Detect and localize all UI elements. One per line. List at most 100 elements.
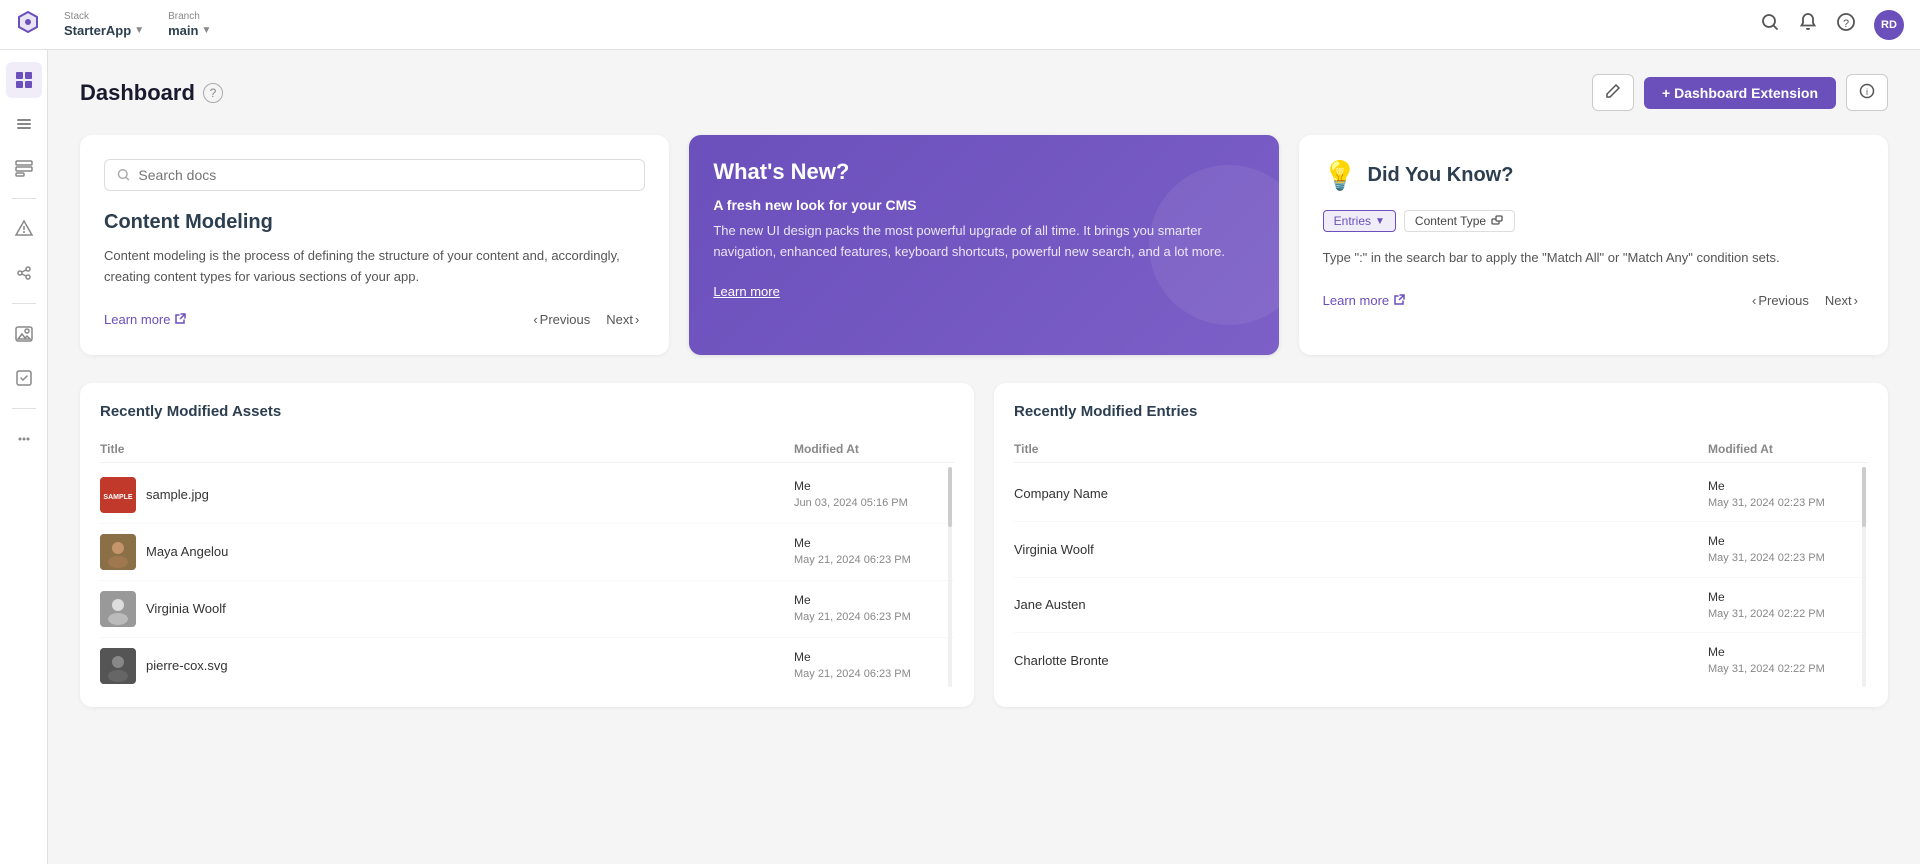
entries-table-header: Title Modified At xyxy=(1014,436,1868,463)
tag-icon xyxy=(1490,214,1504,228)
asset-thumbnail xyxy=(100,591,136,627)
content-type-tag[interactable]: Content Type xyxy=(1404,210,1515,232)
modified-cell: Me May 21, 2024 06:23 PM xyxy=(794,591,954,626)
sidebar-item-assets[interactable] xyxy=(6,316,42,352)
modified-cell: Me May 31, 2024 02:22 PM xyxy=(1708,588,1868,623)
table-row: Maya Angelou Me May 21, 2024 06:23 PM xyxy=(100,524,954,581)
modified-cell: Me May 21, 2024 06:23 PM xyxy=(794,534,954,569)
bell-icon[interactable] xyxy=(1798,12,1818,37)
scrollbar-track xyxy=(948,467,952,687)
entry-name: Virginia Woolf xyxy=(1014,542,1094,557)
sidebar-item-more[interactable] xyxy=(6,421,42,457)
asset-thumbnail: SAMPLE xyxy=(100,477,136,513)
assets-table-body: SAMPLE sample.jpg Me Jun 03, 2024 05:16 … xyxy=(100,467,954,687)
content-modeling-prev-button[interactable]: ‹ Previous xyxy=(527,308,596,331)
did-you-know-card: 💡 Did You Know? Entries ▼ Content Type T… xyxy=(1299,135,1888,355)
whats-new-title: What's New? xyxy=(713,159,1254,185)
scrollbar-thumb-entries[interactable] xyxy=(1862,467,1866,527)
stack-value: StarterApp xyxy=(64,23,131,39)
sidebar-item-releases[interactable] xyxy=(6,211,42,247)
entry-name: Jane Austen xyxy=(1014,597,1086,612)
scrollbar-thumb[interactable] xyxy=(948,467,952,527)
info-button[interactable]: i xyxy=(1846,74,1888,111)
modified-cell: Me May 31, 2024 02:22 PM xyxy=(1708,643,1868,678)
did-you-know-learn-more[interactable]: Learn more xyxy=(1323,293,1405,308)
entries-col-title: Title xyxy=(1014,442,1708,456)
branch-selector[interactable]: Branch main ▼ xyxy=(168,11,211,39)
entry-cell: Company Name xyxy=(1014,486,1708,501)
stack-label: Stack xyxy=(64,11,144,23)
assets-table-header: Title Modified At xyxy=(100,436,954,463)
dashboard-extension-button[interactable]: + Dashboard Extension xyxy=(1644,77,1836,109)
did-you-know-footer: Learn more ‹ Previous Next › xyxy=(1323,289,1864,312)
page-header-actions: + Dashboard Extension i xyxy=(1592,74,1888,111)
asset-thumbnail xyxy=(100,534,136,570)
assets-col-title: Title xyxy=(100,442,794,456)
modified-cell: Me Jun 03, 2024 05:16 PM xyxy=(794,477,954,512)
modified-cell: Me May 31, 2024 02:23 PM xyxy=(1708,477,1868,512)
asset-cell: Virginia Woolf xyxy=(100,591,794,627)
sidebar-divider-3 xyxy=(12,408,36,409)
sidebar-item-workflows[interactable] xyxy=(6,255,42,291)
content-modeling-desc: Content modeling is the process of defin… xyxy=(104,246,645,288)
entries-col-modified: Modified At xyxy=(1708,442,1868,456)
sidebar-item-dashboard[interactable] xyxy=(6,62,42,98)
svg-text:SAMPLE: SAMPLE xyxy=(103,494,133,501)
did-you-know-title: Did You Know? xyxy=(1368,164,1514,187)
svg-text:i: i xyxy=(1866,87,1868,97)
did-you-know-desc: Type ":" in the search bar to apply the … xyxy=(1323,248,1864,269)
sidebar-item-content-types[interactable] xyxy=(6,150,42,186)
asset-thumbnail xyxy=(100,648,136,684)
assets-section-title: Recently Modified Assets xyxy=(100,403,954,420)
table-row: Jane Austen Me May 31, 2024 02:22 PM xyxy=(1014,578,1868,634)
asset-name: pierre-cox.svg xyxy=(146,658,228,673)
search-input-wrapper[interactable] xyxy=(104,159,645,191)
logo[interactable] xyxy=(16,10,40,40)
did-you-know-next-button[interactable]: Next › xyxy=(1819,289,1864,312)
whats-new-subtitle: A fresh new look for your CMS xyxy=(713,197,1254,213)
asset-name: sample.jpg xyxy=(146,487,209,502)
assets-section: Recently Modified Assets Title Modified … xyxy=(80,383,974,707)
asset-cell: SAMPLE sample.jpg xyxy=(100,477,794,513)
help-icon[interactable]: ? xyxy=(1836,12,1856,37)
table-row: SAMPLE sample.jpg Me Jun 03, 2024 05:16 … xyxy=(100,467,954,524)
learn-more-link[interactable]: Learn more xyxy=(104,312,186,327)
table-row: Virginia Woolf Me May 21, 2024 06:23 PM xyxy=(100,581,954,638)
whats-new-desc: The new UI design packs the most powerfu… xyxy=(713,221,1254,263)
table-row: Company Name Me May 31, 2024 02:23 PM xyxy=(1014,467,1868,523)
cards-row: Content Modeling Content modeling is the… xyxy=(80,135,1888,355)
external-link-icon xyxy=(174,313,186,325)
branch-chevron-icon: ▼ xyxy=(201,25,211,37)
entries-section: Recently Modified Entries Title Modified… xyxy=(994,383,1888,707)
external-link-icon-2 xyxy=(1393,294,1405,306)
entry-name: Charlotte Bronte xyxy=(1014,653,1109,668)
svg-text:?: ? xyxy=(1843,18,1849,30)
search-icon[interactable] xyxy=(1760,12,1780,37)
entry-cell: Virginia Woolf xyxy=(1014,542,1708,557)
stack-selector[interactable]: Stack StarterApp ▼ xyxy=(64,11,144,39)
sidebar-item-tasks[interactable] xyxy=(6,360,42,396)
did-you-know-nav: ‹ Previous Next › xyxy=(1746,289,1864,312)
entries-tag[interactable]: Entries ▼ xyxy=(1323,210,1396,232)
content-modeling-next-button[interactable]: Next › xyxy=(600,308,645,331)
entries-table-body: Company Name Me May 31, 2024 02:23 PM Vi… xyxy=(1014,467,1868,687)
page-title-row: Dashboard ? xyxy=(80,80,223,106)
content-modeling-card: Content Modeling Content modeling is the… xyxy=(80,135,669,355)
tag-chevron-icon: ▼ xyxy=(1375,216,1385,227)
did-you-know-header: 💡 Did You Know? xyxy=(1323,159,1864,192)
sidebar-item-menu[interactable] xyxy=(6,106,42,142)
modified-cell: Me May 31, 2024 02:23 PM xyxy=(1708,532,1868,567)
edit-button[interactable] xyxy=(1592,74,1634,111)
table-row: Virginia Woolf Me May 31, 2024 02:23 PM xyxy=(1014,522,1868,578)
whats-new-learn-more[interactable]: Learn more xyxy=(713,284,779,299)
layout: Dashboard ? + Dashboard Extension i xyxy=(0,50,1920,864)
table-row: pierre-cox.svg Me May 21, 2024 06:23 PM xyxy=(100,638,954,687)
content-modeling-title: Content Modeling xyxy=(104,211,645,234)
search-input[interactable] xyxy=(138,167,632,183)
entry-cell: Charlotte Bronte xyxy=(1014,653,1708,668)
page-help-icon[interactable]: ? xyxy=(203,83,223,103)
assets-col-modified: Modified At xyxy=(794,442,954,456)
did-you-know-prev-button[interactable]: ‹ Previous xyxy=(1746,289,1815,312)
asset-cell: pierre-cox.svg xyxy=(100,648,794,684)
user-avatar[interactable]: RD xyxy=(1874,10,1904,40)
